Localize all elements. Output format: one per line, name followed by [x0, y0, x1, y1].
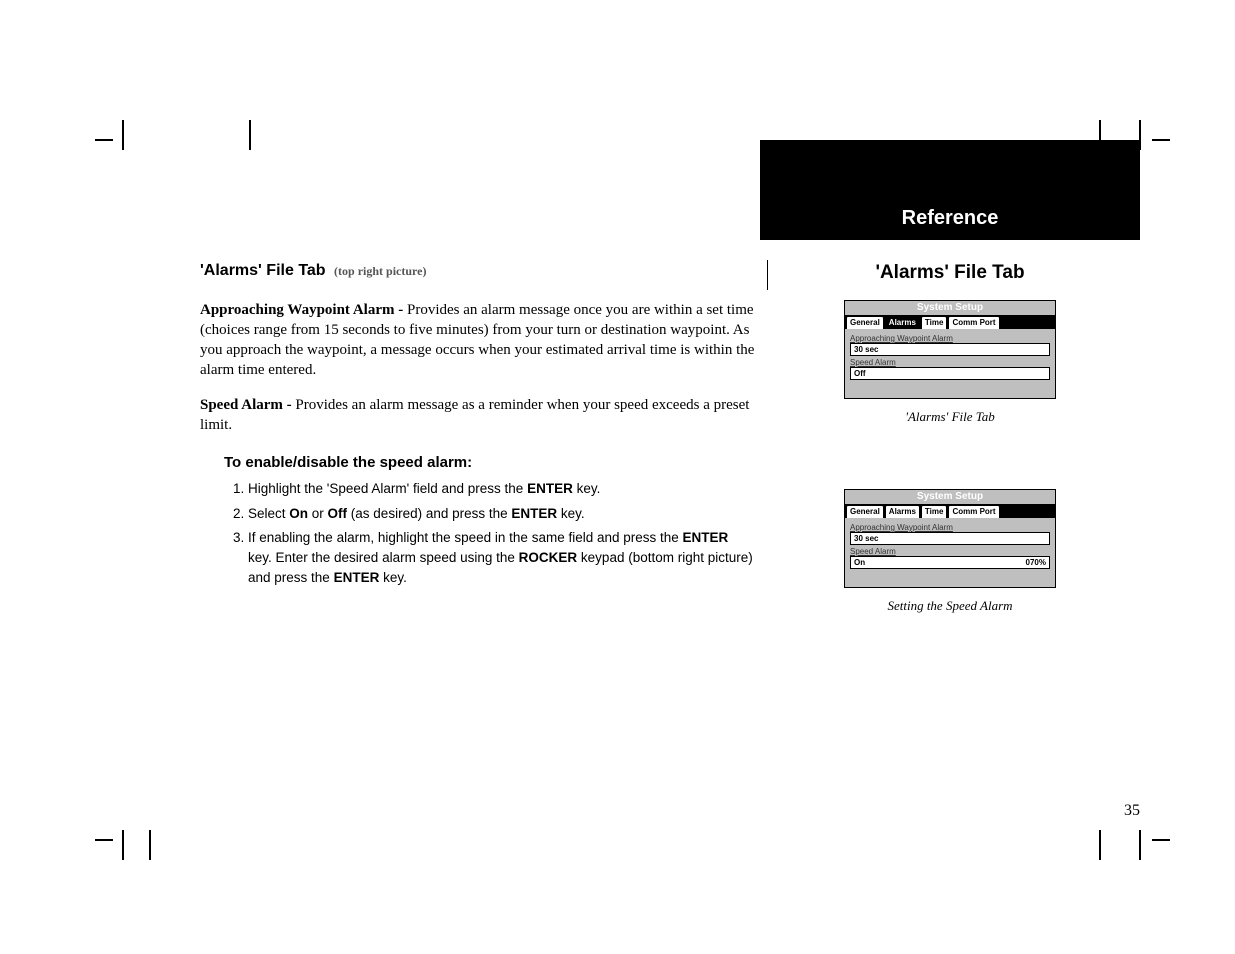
- field-value-approaching-b: 30 sec: [850, 532, 1050, 545]
- caption-bottom: Setting the Speed Alarm: [840, 598, 1060, 614]
- field-value-approaching-text: 30 sec: [854, 344, 878, 355]
- section-label: Reference: [760, 207, 1140, 230]
- tab-comm-port: Comm Port: [948, 316, 999, 329]
- device-body: Approaching Waypoint Alarm 30 sec Speed …: [845, 329, 1055, 398]
- steps-list: Highlight the 'Speed Alarm' field and pr…: [224, 479, 755, 588]
- instructions-heading: To enable/disable the speed alarm:: [224, 453, 755, 473]
- device-tabs-b: General Alarms Time Comm Port: [845, 504, 1055, 518]
- field-value-speed-text: Off: [854, 368, 866, 379]
- reference-band: Reference: [760, 140, 1140, 240]
- field-value-speed-b: On 070%: [850, 556, 1050, 569]
- step-3c: key. Enter the desired alarm speed using…: [248, 550, 519, 565]
- tab-alarms-b: Alarms: [885, 505, 920, 518]
- step-3: If enabling the alarm, highlight the spe…: [248, 528, 755, 589]
- step-3g: key.: [379, 570, 407, 585]
- tab-alarms: Alarms: [885, 316, 920, 329]
- device-tabs: General Alarms Time Comm Port: [845, 315, 1055, 329]
- tab-general-b: General: [846, 505, 884, 518]
- side-title: 'Alarms' File Tab: [760, 262, 1140, 284]
- step-2g: key.: [557, 506, 585, 521]
- main-heading-sub: (top right picture): [334, 264, 426, 278]
- device-titlebar-b: System Setup: [845, 490, 1055, 504]
- step-2e: (as desired) and press the: [347, 506, 511, 521]
- right-column: System Setup General Alarms Time Comm Po…: [760, 300, 1140, 638]
- tab-general: General: [846, 316, 884, 329]
- step-3a: If enabling the alarm, highlight the spe…: [248, 530, 683, 545]
- field-value-speed-b-left: On: [854, 557, 865, 568]
- para2-lead: Speed Alarm -: [200, 397, 295, 413]
- main-heading: 'Alarms' File Tab (top right picture): [200, 260, 755, 282]
- step-2c: or: [308, 506, 328, 521]
- step-3-rocker: ROCKER: [519, 550, 578, 565]
- caption-top: 'Alarms' File Tab: [840, 409, 1060, 425]
- field-label-approaching: Approaching Waypoint Alarm: [850, 334, 1050, 343]
- step-1-key: ENTER: [527, 481, 573, 496]
- column-divider: [767, 260, 768, 290]
- field-value-speed-b-right: 070%: [1026, 557, 1046, 568]
- paragraph-approaching: Approaching Waypoint Alarm - Provides an…: [200, 300, 755, 381]
- tab-time: Time: [921, 316, 948, 329]
- device-screenshot-top: System Setup General Alarms Time Comm Po…: [844, 300, 1056, 399]
- step-2-on: On: [289, 506, 308, 521]
- field-value-approaching-b-text: 30 sec: [854, 533, 878, 544]
- field-label-speed-b: Speed Alarm: [850, 547, 1050, 556]
- paragraph-speed: Speed Alarm - Provides an alarm message …: [200, 395, 755, 436]
- device-body-b: Approaching Waypoint Alarm 30 sec Speed …: [845, 518, 1055, 587]
- page: Reference 'Alarms' File Tab 'Alarms' Fil…: [140, 140, 1140, 820]
- device-titlebar: System Setup: [845, 301, 1055, 315]
- tab-time-b: Time: [921, 505, 948, 518]
- field-label-speed: Speed Alarm: [850, 358, 1050, 367]
- device-screenshot-bottom: System Setup General Alarms Time Comm Po…: [844, 489, 1056, 588]
- step-3-key1: ENTER: [683, 530, 729, 545]
- step-2-off: Off: [328, 506, 348, 521]
- step-1a: Highlight the 'Speed Alarm' field and pr…: [248, 481, 527, 496]
- main-column: 'Alarms' File Tab (top right picture) Ap…: [200, 260, 755, 593]
- field-value-approaching: 30 sec: [850, 343, 1050, 356]
- step-1c: key.: [573, 481, 601, 496]
- step-1: Highlight the 'Speed Alarm' field and pr…: [248, 479, 755, 499]
- field-value-speed: Off: [850, 367, 1050, 380]
- page-number: 35: [1124, 802, 1140, 820]
- tab-comm-port-b: Comm Port: [948, 505, 999, 518]
- step-2a: Select: [248, 506, 289, 521]
- step-3-key2: ENTER: [334, 570, 380, 585]
- field-label-approaching-b: Approaching Waypoint Alarm: [850, 523, 1050, 532]
- main-heading-text: 'Alarms' File Tab: [200, 262, 326, 279]
- para1-lead: Approaching Waypoint Alarm -: [200, 302, 407, 318]
- step-2-key: ENTER: [511, 506, 557, 521]
- step-2: Select On or Off (as desired) and press …: [248, 504, 755, 524]
